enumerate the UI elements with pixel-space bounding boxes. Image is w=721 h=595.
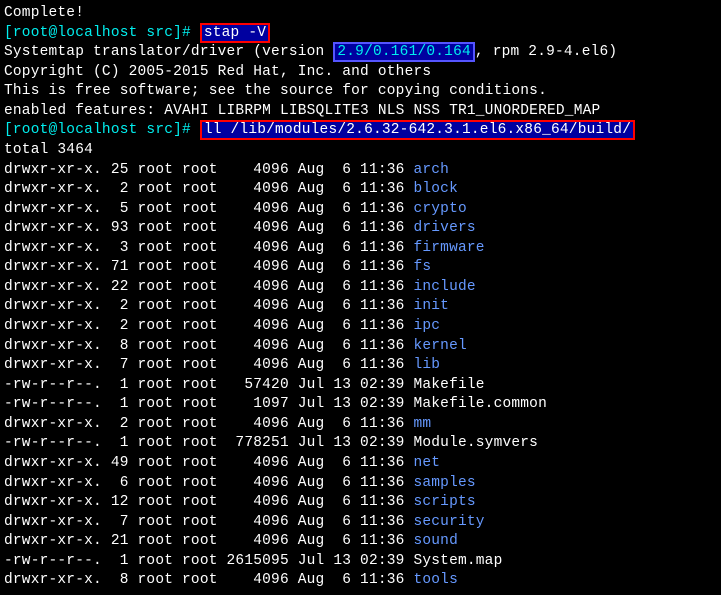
stap-version-box: 2.9/0.161/0.164 (333, 42, 475, 62)
file-name: lib (413, 357, 440, 373)
file-name: sound (413, 533, 458, 549)
listing-row: drwxr-xr-x. 49 root root 4096 Aug 6 11:3… (4, 454, 717, 474)
file-name: crypto (413, 201, 466, 217)
file-name: fs (413, 259, 431, 275)
prompt-line-2[interactable]: [root@localhost src]# ll /lib/modules/2.… (4, 121, 717, 141)
file-name: block (413, 181, 458, 197)
file-name: mm (413, 416, 431, 432)
listing-row: drwxr-xr-x. 21 root root 4096 Aug 6 11:3… (4, 532, 717, 552)
directory-listing: drwxr-xr-x. 25 root root 4096 Aug 6 11:3… (4, 161, 717, 591)
total-line: total 3464 (4, 141, 717, 161)
cmd-ll-modules: ll /lib/modules/2.6.32-642.3.1.el6.x86_6… (200, 120, 635, 140)
features-line: enabled features: AVAHI LIBRPM LIBSQLITE… (4, 102, 717, 122)
complete-line: Complete! (4, 4, 717, 24)
listing-row: drwxr-xr-x. 5 root root 4096 Aug 6 11:36… (4, 200, 717, 220)
file-name: System.map (413, 553, 502, 569)
listing-row: drwxr-xr-x. 2 root root 4096 Aug 6 11:36… (4, 317, 717, 337)
freesoftware-line: This is free software; see the source fo… (4, 82, 717, 102)
file-name: firmware (413, 240, 484, 256)
listing-row: drwxr-xr-x. 8 root root 4096 Aug 6 11:36… (4, 337, 717, 357)
listing-row: drwxr-xr-x. 93 root root 4096 Aug 6 11:3… (4, 219, 717, 239)
file-name: scripts (413, 494, 475, 510)
listing-row: drwxr-xr-x. 22 root root 4096 Aug 6 11:3… (4, 278, 717, 298)
prompt-text: [root@localhost src]# (4, 25, 191, 41)
file-name: include (413, 279, 475, 295)
file-name: arch (413, 162, 449, 178)
stap-version-line: Systemtap translator/driver (version 2.9… (4, 43, 717, 63)
listing-row: drwxr-xr-x. 71 root root 4096 Aug 6 11:3… (4, 258, 717, 278)
file-name: Makefile (413, 377, 484, 393)
listing-row: drwxr-xr-x. 7 root root 4096 Aug 6 11:36… (4, 513, 717, 533)
listing-row: -rw-r--r--. 1 root root 1097 Jul 13 02:3… (4, 395, 717, 415)
listing-row: -rw-r--r--. 1 root root 57420 Jul 13 02:… (4, 376, 717, 396)
file-name: samples (413, 475, 475, 491)
prompt-text: [root@localhost src]# (4, 122, 191, 138)
copyright-line: Copyright (C) 2005-2015 Red Hat, Inc. an… (4, 63, 717, 83)
listing-row: -rw-r--r--. 1 root root 2615095 Jul 13 0… (4, 552, 717, 572)
file-name: Module.symvers (413, 435, 538, 451)
file-name: kernel (413, 338, 466, 354)
listing-row: drwxr-xr-x. 12 root root 4096 Aug 6 11:3… (4, 493, 717, 513)
listing-row: drwxr-xr-x. 7 root root 4096 Aug 6 11:36… (4, 356, 717, 376)
listing-row: drwxr-xr-x. 25 root root 4096 Aug 6 11:3… (4, 161, 717, 181)
cmd-stap-v: stap -V (200, 23, 270, 43)
listing-row: drwxr-xr-x. 3 root root 4096 Aug 6 11:36… (4, 239, 717, 259)
listing-row: drwxr-xr-x. 2 root root 4096 Aug 6 11:36… (4, 415, 717, 435)
file-name: Makefile.common (413, 396, 547, 412)
file-name: init (413, 298, 449, 314)
prompt-line-1[interactable]: [root@localhost src]# stap -V (4, 24, 717, 44)
terminal-output: Complete! [root@localhost src]# stap -V … (4, 4, 717, 591)
listing-row: drwxr-xr-x. 6 root root 4096 Aug 6 11:36… (4, 474, 717, 494)
file-name: net (413, 455, 440, 471)
file-name: drivers (413, 220, 475, 236)
listing-row: drwxr-xr-x. 2 root root 4096 Aug 6 11:36… (4, 180, 717, 200)
file-name: ipc (413, 318, 440, 334)
listing-row: drwxr-xr-x. 2 root root 4096 Aug 6 11:36… (4, 297, 717, 317)
listing-row: -rw-r--r--. 1 root root 778251 Jul 13 02… (4, 434, 717, 454)
file-name: security (413, 514, 484, 530)
listing-row: drwxr-xr-x. 8 root root 4096 Aug 6 11:36… (4, 571, 717, 591)
